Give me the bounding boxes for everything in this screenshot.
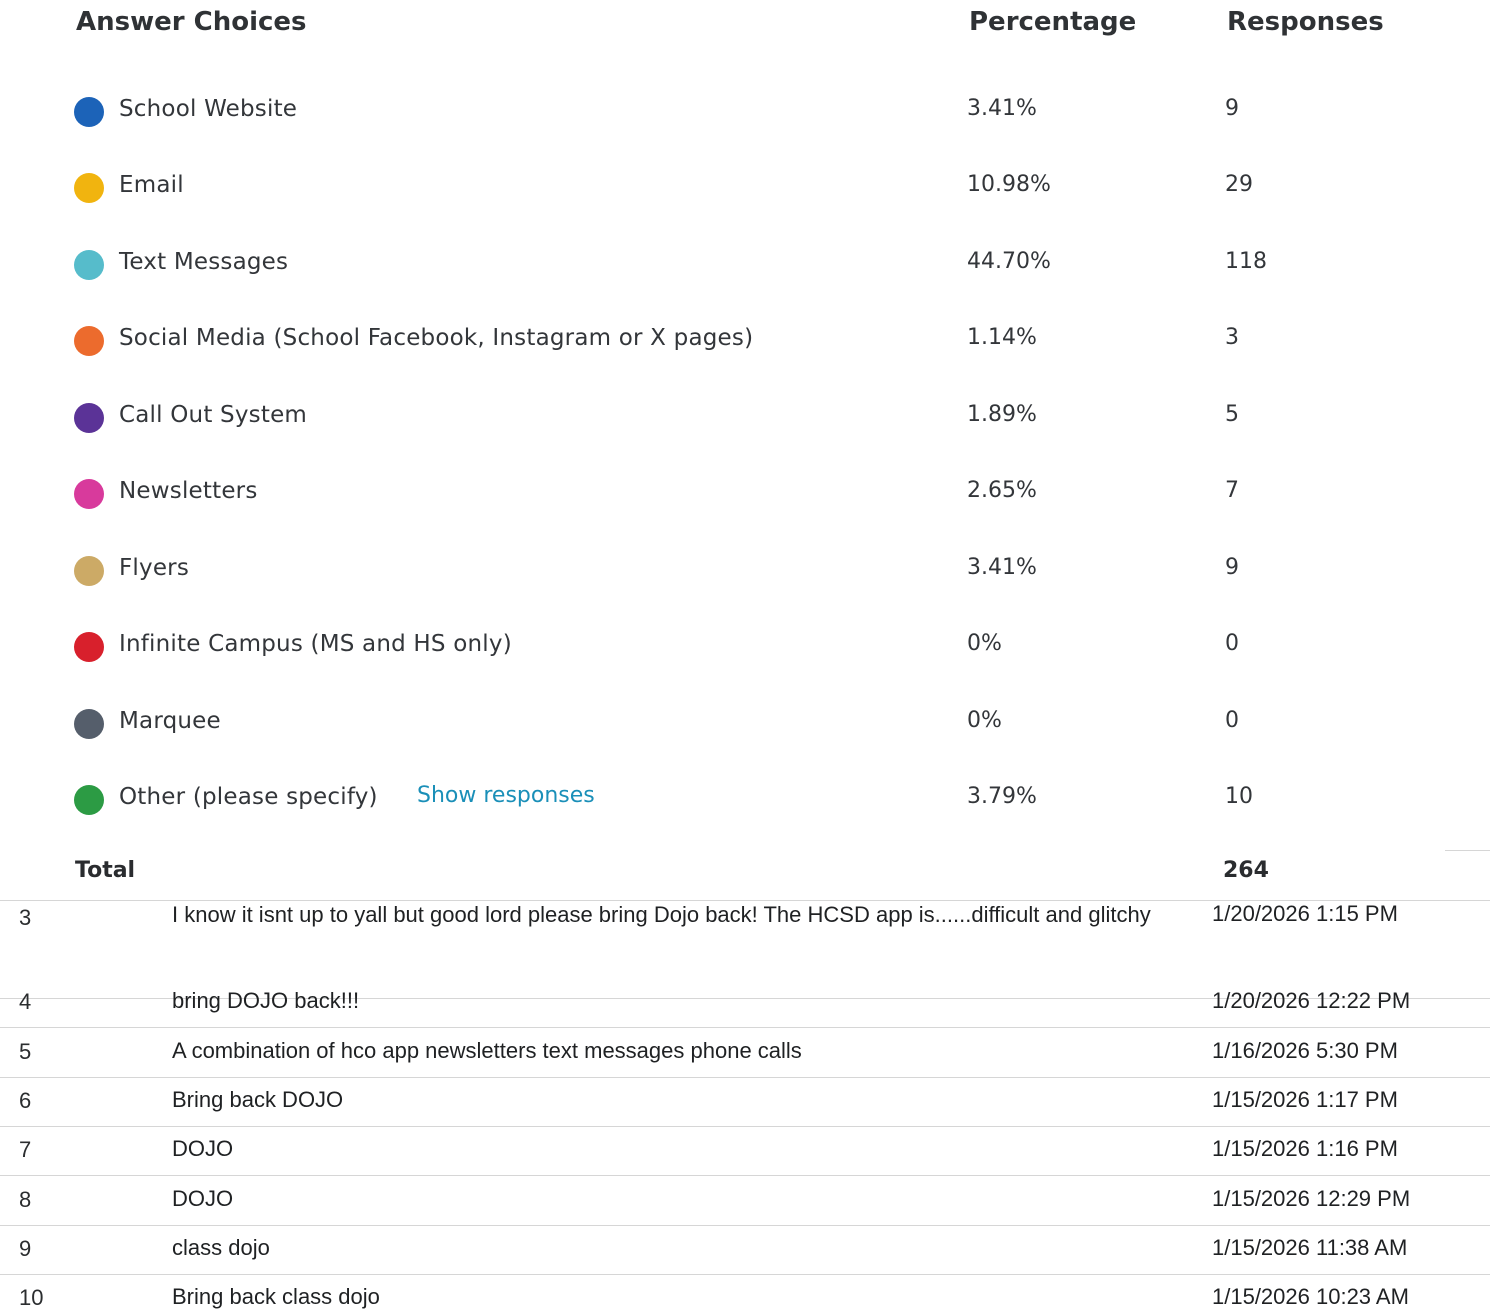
legend-color-dot-icon [74,403,104,433]
answer-choice-label: Social Media (School Facebook, Instagram… [119,325,754,351]
response-row: 9 class dojo 1/15/2026 11:38 AM [0,1225,1490,1275]
response-row: 5 A combination of hco app newsletters te… [0,1028,1490,1078]
response-date: 1/15/2026 11:38 AM [1212,1235,1408,1260]
answer-choice-row: Call Out System 1.89% 5 [0,380,1445,456]
response-text: Bring back class dojo [172,1284,380,1309]
responses-count-value: 5 [1225,402,1239,427]
percentage-value: 1.89% [967,402,1037,427]
response-text: I know it isnt up to yall but good lord … [172,902,1151,927]
legend-color-dot-icon [74,250,104,280]
response-date: 1/15/2026 1:16 PM [1212,1136,1398,1161]
answer-choices-table: Answer Choices Percentage Responses Scho… [0,0,1445,890]
response-row: 6 Bring back DOJO 1/15/2026 1:17 PM [0,1077,1490,1127]
responses-count-value: 3 [1225,325,1239,350]
answer-choice-row: Newsletters 2.65% 7 [0,456,1445,532]
response-number: 9 [19,1236,32,1261]
response-text: A combination of hco app newsletters tex… [172,1038,802,1063]
response-number: 5 [19,1039,32,1064]
percentage-value: 1.14% [967,325,1037,350]
answer-choice-row: Text Messages 44.70% 118 [0,227,1445,303]
percentage-header: Percentage [969,7,1137,37]
response-date: 1/15/2026 12:29 PM [1212,1186,1411,1211]
percentage-value: 2.65% [967,478,1037,503]
total-value: 264 [1223,858,1269,883]
answer-choice-row: Email 10.98% 29 [0,150,1445,226]
answer-choice-row: Infinite Campus (MS and HS only) 0% 0 [0,609,1445,685]
percentage-value: 3.79% [967,784,1037,809]
response-text: DOJO [172,1186,234,1211]
answer-choice-row: Flyers 3.41% 9 [0,533,1445,609]
response-text: Bring back DOJO [172,1087,344,1112]
legend-color-dot-icon [74,326,104,356]
legend-color-dot-icon [74,709,104,739]
answer-choice-label: Call Out System [119,402,308,428]
response-text: class dojo [172,1235,270,1260]
percentage-value: 44.70% [967,249,1051,274]
answer-choice-label: School Website [119,96,298,122]
legend-color-dot-icon [74,479,104,509]
percentage-value: 10.98% [967,172,1051,197]
responses-count-value: 29 [1225,172,1253,197]
response-row: 4 bring DOJO back!!! 1/20/2026 12:22 PM [0,978,1490,1028]
legend-color-dot-icon [74,556,104,586]
response-date: 1/15/2026 1:17 PM [1212,1087,1398,1112]
show-responses-link[interactable]: Show responses [417,783,595,808]
responses-count-value: 7 [1225,478,1239,503]
answer-choice-label: Infinite Campus (MS and HS only) [119,631,512,657]
response-text: bring DOJO back!!! [172,988,360,1013]
responses-count-value: 0 [1225,708,1239,733]
answer-choice-label: Other (please specify) [119,784,378,810]
legend-color-dot-icon [74,97,104,127]
response-date: 1/15/2026 10:23 AM [1212,1284,1409,1309]
legend-color-dot-icon [74,632,104,662]
percentage-value: 0% [967,631,1002,656]
response-date: 1/16/2026 5:30 PM [1212,1038,1398,1063]
percentage-value: 3.41% [967,555,1037,580]
response-text: DOJO [172,1136,234,1161]
response-row: 7 DOJO 1/15/2026 1:16 PM [0,1126,1490,1176]
answer-choice-label: Flyers [119,555,190,581]
answer-choice-row: School Website 3.41% 9 [0,74,1445,150]
percentage-value: 0% [967,708,1002,733]
response-number: 6 [19,1088,32,1113]
total-label: Total [75,858,136,883]
responses-header: Responses [1227,7,1384,37]
response-number: 10 [19,1285,44,1310]
response-date: 1/20/2026 12:22 PM [1212,988,1411,1013]
answer-choice-label: Newsletters [119,478,258,504]
answer-choice-label: Marquee [119,708,221,734]
response-row: 10 Bring back class dojo 1/15/2026 10:23 A… [0,1274,1490,1314]
percentage-value: 3.41% [967,96,1037,121]
responses-count-value: 9 [1225,96,1239,121]
responses-count-value: 9 [1225,555,1239,580]
response-number: 3 [19,905,32,930]
response-date: 1/20/2026 1:15 PM [1212,901,1398,926]
answer-choice-label: Email [119,172,184,198]
answer-choice-row: Marquee 0% 0 [0,686,1445,762]
response-number: 7 [19,1137,32,1162]
legend-color-dot-icon [74,173,104,203]
legend-color-dot-icon [74,785,104,815]
response-number: 4 [19,989,32,1014]
responses-count-value: 118 [1225,249,1267,274]
response-row: 8 DOJO 1/15/2026 12:29 PM [0,1176,1490,1226]
answer-choices-header: Answer Choices [76,7,307,37]
responses-count-value: 0 [1225,631,1239,656]
answer-choice-row: Social Media (School Facebook, Instagram… [0,303,1445,379]
answer-choice-row: Other (please specify) Show responses 3.79… [0,762,1445,838]
response-number: 8 [19,1187,32,1212]
answer-choice-label: Text Messages [119,249,289,275]
responses-count-value: 10 [1225,784,1253,809]
